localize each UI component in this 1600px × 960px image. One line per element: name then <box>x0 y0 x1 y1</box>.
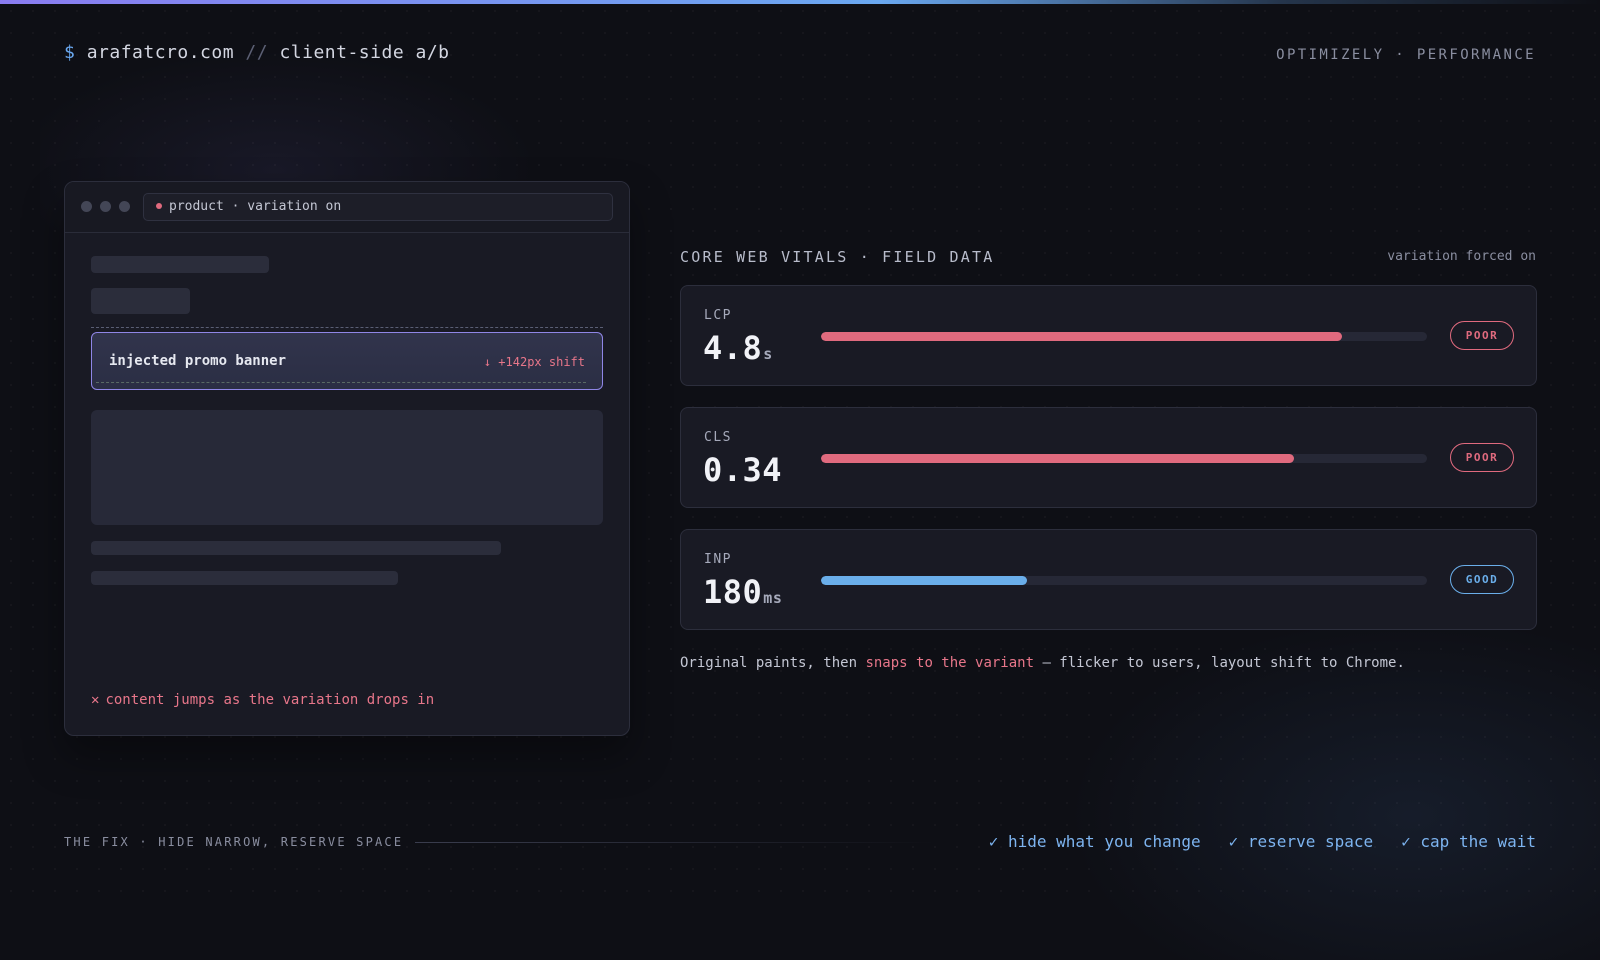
site-subtitle: client-side a/b <box>279 42 450 63</box>
window-dot-icon <box>81 201 92 212</box>
metric-card-lcp: LCP 4.8s POOR <box>680 285 1537 386</box>
skeleton-image <box>91 410 603 525</box>
caption-text: — flicker to users, layout shift to Chro… <box>1034 655 1405 671</box>
metric-bar-fill <box>821 576 1028 585</box>
metric-bar-fill <box>821 454 1294 463</box>
metric-card-inp: INP 180ms GOOD <box>680 529 1537 630</box>
vitals-caption: Original paints, then snaps to the varia… <box>680 655 1405 671</box>
warning-text: content jumps as the variation drops in <box>105 692 435 708</box>
metric-unit: s <box>763 345 773 363</box>
window-dot-icon <box>100 201 111 212</box>
skeleton-text-line <box>91 571 398 585</box>
status-badge: POOR <box>1450 443 1514 472</box>
fix-item: ✓ reserve space <box>1228 832 1374 851</box>
metric-bar-track <box>821 576 1427 585</box>
address-bar: product · variation on <box>143 193 613 221</box>
status-dot-icon <box>156 203 162 209</box>
status-badge: POOR <box>1450 321 1514 350</box>
shift-indicator: ↓ +142px shift <box>483 355 585 369</box>
window-controls <box>81 201 130 212</box>
metric-bar-track <box>821 332 1427 341</box>
vitals-note: variation forced on <box>1387 249 1536 264</box>
fix-item: ✓ hide what you change <box>988 832 1201 851</box>
vitals-title: CORE WEB VITALS · FIELD DATA <box>680 248 995 266</box>
caption-highlight: snaps to the variant <box>865 655 1035 671</box>
metric-bar-fill <box>821 332 1343 341</box>
close-x-icon: ✕ <box>91 692 100 708</box>
original-position-guide <box>91 327 603 328</box>
browser-window: product · variation on injected promo ba… <box>64 181 630 736</box>
header-tags: OPTIMIZELY · PERFORMANCE <box>1276 47 1536 63</box>
metric-unit: ms <box>763 589 783 607</box>
metric-value: 180ms <box>703 573 782 611</box>
skeleton-heading <box>91 256 269 273</box>
window-dot-icon <box>119 201 130 212</box>
prompt-symbol: $ <box>64 42 76 63</box>
metric-label: INP <box>704 552 732 567</box>
brand-separator: // <box>245 42 269 63</box>
site-domain: arafatcro.com <box>86 42 235 63</box>
address-text: product · variation on <box>169 199 342 214</box>
injected-promo-banner: injected promo banner ↓ +142px shift <box>91 332 603 390</box>
top-accent-bar <box>0 0 1600 4</box>
metric-card-cls: CLS 0.34 POOR <box>680 407 1537 508</box>
metric-number: 4.8 <box>703 329 763 367</box>
fix-title: THE FIX · HIDE NARROW, RESERVE SPACE <box>64 835 404 849</box>
metric-number: 0.34 <box>703 451 783 489</box>
divider <box>415 842 935 843</box>
metric-label: LCP <box>704 308 732 323</box>
shifted-position-guide <box>96 382 586 383</box>
status-badge: GOOD <box>1450 565 1514 594</box>
metric-value: 4.8s <box>703 329 773 367</box>
metric-value: 0.34 <box>703 451 783 489</box>
metric-bar-track <box>821 454 1427 463</box>
metric-label: CLS <box>704 430 732 445</box>
site-brand: $ arafatcro.com // client-side a/b <box>64 42 450 63</box>
browser-warning: ✕ content jumps as the variation drops in <box>91 692 434 708</box>
metric-number: 180 <box>703 573 763 611</box>
caption-text: Original paints, then <box>680 655 866 671</box>
banner-label: injected promo banner <box>109 353 287 369</box>
background-glow <box>1040 600 1600 960</box>
fix-item: ✓ cap the wait <box>1401 832 1536 851</box>
fix-list: ✓ hide what you change ✓ reserve space ✓… <box>989 832 1536 851</box>
skeleton-price <box>91 288 190 314</box>
browser-toolbar: product · variation on <box>65 182 629 233</box>
skeleton-text-line <box>91 541 501 555</box>
